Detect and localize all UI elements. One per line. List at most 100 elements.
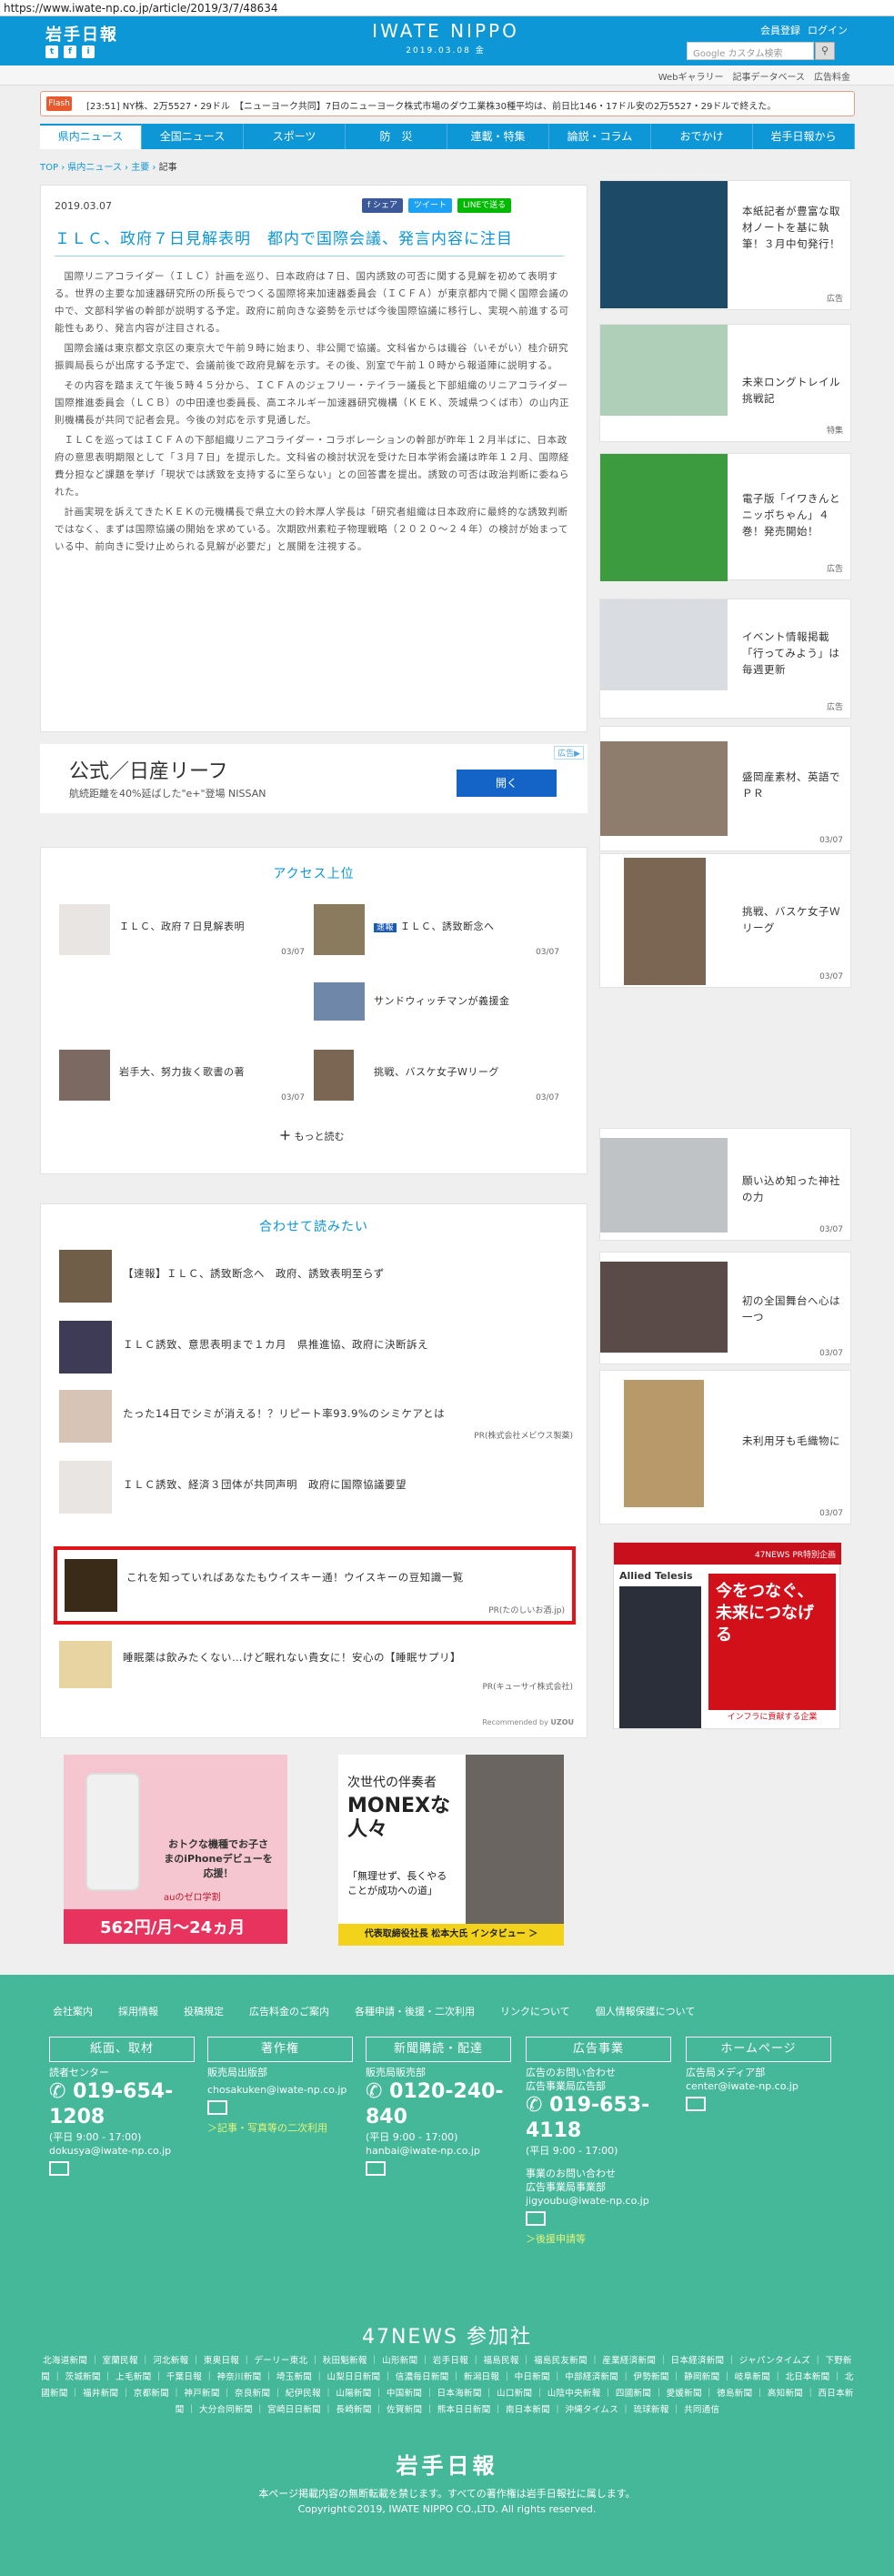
footer-email[interactable]: center@iwate-np.co.jp (686, 2079, 831, 2093)
ranking-thumbnail (59, 904, 110, 955)
main-logo[interactable]: IWATE NIPPO 2019.03.08 金 (364, 20, 527, 64)
instagram-icon[interactable]: i (82, 45, 95, 58)
side-item[interactable]: 初の全国舞台へ心は一つ 03/07 (599, 1252, 851, 1364)
side-item[interactable]: 未利用牙も毛織物に 03/07 (599, 1370, 851, 1524)
flash-text[interactable]: [23:51] NY株、2万5527・29ドル 【ニューヨーク共同】7日のニュー… (86, 98, 850, 112)
related-item[interactable]: 睡眠薬は飲みたくない…けど眠れない貴女に！安心の【睡眠サプリ】 PR(キューサイ… (59, 1637, 573, 1697)
facebook-share-button[interactable]: f シェア (362, 198, 404, 213)
side-thumbnail (600, 1138, 728, 1233)
footer-phone[interactable]: ✆ 019-654-1208 (49, 2079, 195, 2130)
ranking-section: アクセス上位 ＩＬＣ、政府７日見解表明 03/07 速報 ＩＬＣ、誘致断念へ 03… (40, 847, 588, 1174)
ad-choice-tag[interactable]: 広告▶ (554, 746, 584, 760)
related-item[interactable]: 【速報】ＩＬＣ、誘致断念へ 政府、誘致表明至らず (59, 1246, 573, 1306)
monex-ad-banner[interactable]: 次世代の伴奏者 MONEXな人々 「無理せず、長くやることが成功への道」 代表取… (338, 1755, 564, 1946)
mail-icon[interactable] (207, 2100, 227, 2115)
nav-local-news[interactable]: 県内ニュース (40, 124, 142, 149)
side-item[interactable]: イベント情報掲載「行ってみよう」は毎週更新 広告 (599, 599, 851, 719)
line-share-button[interactable]: LINEで送る (457, 198, 512, 213)
article-paragraph: 計画実現を訴えてきたＫＥＫの元機構長で県立大の鈴木厚人学長は「研究者組織は日本政… (55, 507, 569, 552)
footer-link[interactable]: 個人情報保護について (596, 2004, 696, 2018)
allied-telesis-ad[interactable]: 47NEWS PR特別企画 Allied Telesis 今をつなぐ、未来につな… (613, 1542, 841, 1729)
related-item[interactable]: ＩＬＣ誘致、意思表明まで１カ月 県推進協、政府に決断訴え (59, 1317, 573, 1377)
web-gallery-link[interactable]: Webギャラリー (658, 69, 724, 83)
breadcrumb-sub[interactable]: 主要 (131, 163, 149, 173)
related-thumbnail (59, 1461, 112, 1514)
login-link[interactable]: ログイン (808, 23, 848, 37)
footer-logo[interactable]: 岩手日報 (0, 2448, 894, 2480)
mail-icon[interactable] (366, 2161, 386, 2176)
footer-link[interactable]: 投稿規定 (184, 2004, 224, 2018)
side-item[interactable]: 未来ロングトレイル挑戦記 特集 (599, 324, 851, 442)
side-date: 03/07 (819, 1225, 843, 1234)
footer-phone[interactable]: ✆ 0120-240-840 (366, 2079, 511, 2130)
footer-link[interactable]: 広告料金のご案内 (249, 2004, 329, 2018)
mail-icon[interactable] (526, 2211, 546, 2226)
related-text: これを知っていればあなたもウイスキー通！ウイスキーの豆知識一覧 (126, 1571, 464, 1584)
breaking-badge: 速報 (374, 923, 397, 932)
search-button[interactable]: ⚲ (815, 42, 835, 60)
member-register-link[interactable]: 会員登録 (760, 23, 800, 37)
address-bar[interactable]: https://www.iwate-np.co.jp/article/2019/… (0, 0, 894, 16)
tweet-button[interactable]: ツイート (408, 198, 453, 213)
side-item[interactable]: 盛岡産素材、英語でＰＲ 03/07 (599, 726, 851, 851)
footer-col-head[interactable]: ホームページ (686, 2037, 831, 2062)
footer-email[interactable]: chosakuken@iwate-np.co.jp (207, 2083, 353, 2097)
footer-copyright: Copyright©2019, IWATE NIPPO CO.,LTD. All… (297, 2503, 597, 2515)
site-logo[interactable]: 岩手日報 (45, 22, 118, 45)
footer-phone[interactable]: ✆ 019-653-4118 (526, 2093, 671, 2144)
footer-col-head[interactable]: 著作権 (207, 2037, 353, 2062)
footer-col-head[interactable]: 新聞購読・配達 (366, 2037, 511, 2062)
footer-col-head[interactable]: 広告事業 (526, 2037, 671, 2062)
footer-email[interactable]: jigyoubu@iwate-np.co.jp (526, 2194, 671, 2208)
side-item[interactable]: 本紙記者が豊富な取材ノートを基に執筆！３月中旬発行！ 広告 (599, 180, 851, 310)
ranking-item[interactable]: ＩＬＣ、政府７日見解表明 03/07 (59, 904, 305, 959)
ad-rates-link[interactable]: 広告料金 (814, 69, 850, 83)
footer-link[interactable]: 会社案内 (53, 2004, 93, 2018)
footer-link[interactable]: 各種申請・後援・二次利用 (355, 2004, 475, 2018)
facebook-icon[interactable]: f (64, 45, 76, 58)
nissan-ad[interactable]: 公式／日産リーフ 航続距離を40%延ばした"e+"登場 NISSAN 開く 広告… (40, 744, 588, 813)
ranking-item[interactable]: 速報 ＩＬＣ、誘致断念へ 03/07 (314, 904, 559, 959)
mail-icon[interactable] (686, 2097, 706, 2111)
footer-col-head[interactable]: 紙面、取材 (49, 2037, 195, 2062)
recommended-by[interactable]: Recommended by UZOU (482, 1718, 574, 1726)
related-item-highlighted[interactable]: これを知っていればあなたもウイスキー通！ウイスキーの豆知識一覧 PR(たのしいお… (54, 1546, 576, 1625)
footer-secondary-link[interactable]: ＞記事・写真等の二次利用 (207, 2121, 353, 2135)
ad-open-button[interactable]: 開く (457, 770, 557, 797)
nav-from-iwate[interactable]: 岩手日報から (753, 124, 855, 149)
header-date: 2019.03.08 金 (406, 46, 486, 55)
mail-icon[interactable] (49, 2161, 69, 2176)
side-item[interactable]: 願い込め知った神社の力 03/07 (599, 1128, 851, 1241)
side-text: 電子版「イワきんとニッポちゃん」４巻！発売開始！ (742, 492, 840, 538)
footer-secondary-link[interactable]: ＞後援申請等 (526, 2232, 671, 2246)
related-item[interactable]: ＩＬＣ誘致、経済３団体が共同声明 政府に国際協議要望 (59, 1457, 573, 1517)
twitter-icon[interactable]: t (45, 45, 58, 58)
search-input[interactable]: Google カスタム検索 (687, 42, 814, 60)
footer-col-advertising: 広告事業 広告のお問い合わせ 広告事業局広告部 ✆ 019-653-4118 (… (526, 2037, 671, 2246)
nav-series[interactable]: 連載・特集 (447, 124, 549, 149)
nav-national-news[interactable]: 全国ニュース (142, 124, 244, 149)
nav-sports[interactable]: スポーツ (244, 124, 346, 149)
breadcrumb-top[interactable]: TOP (40, 163, 58, 173)
footer-email[interactable]: hanbai@iwate-np.co.jp (366, 2144, 511, 2158)
related-item[interactable]: たった14日でシミが消える！？リピート率93.9%のシミケアとは PR(株式会社… (59, 1386, 573, 1446)
ranking-date: 03/07 (281, 1093, 305, 1102)
footer-link[interactable]: リンクについて (500, 2004, 570, 2018)
ranking-item[interactable]: 岩手大、努力抜く歌書の著 03/07 (59, 1050, 305, 1104)
nav-disaster[interactable]: 防 災 (346, 124, 447, 149)
side-item[interactable]: 電子版「イワきんとニッポちゃん」４巻！発売開始！ 広告 (599, 453, 851, 581)
side-item[interactable]: 挑戦、バスケ女子Ｗリーグ 03/07 (599, 853, 851, 988)
flash-news[interactable]: Flash [23:51] NY株、2万5527・29ドル 【ニューヨーク共同】… (40, 91, 855, 116)
nav-outing[interactable]: おでかけ (651, 124, 753, 149)
au-ad-banner[interactable]: おトクな機種でお子さまのiPhoneデビューを応援！ auのゼロ学割 562円/… (64, 1755, 287, 1944)
ranking-item[interactable]: 挑戦、バスケ女子Wリーグ 03/07 (314, 1050, 559, 1104)
47news-member-list[interactable]: 北海道新聞 ｜ 室蘭民報 ｜ 河北新報 ｜ 東奥日報 ｜ デーリー東北 ｜ 秋田… (40, 2353, 855, 2419)
ranking-item[interactable]: サンドウィッチマンが義援金 (314, 982, 559, 1024)
footer-email[interactable]: dokusya@iwate-np.co.jp (49, 2144, 195, 2158)
article-db-link[interactable]: 記事データベース (733, 69, 806, 83)
footer-link[interactable]: 採用情報 (118, 2004, 158, 2018)
read-more-link[interactable]: ＋ もっと読む (279, 1126, 345, 1143)
footer-col-dept: 広告のお問い合わせ (526, 2067, 616, 2078)
nav-editorial[interactable]: 論説・コラム (549, 124, 651, 149)
breadcrumb-category[interactable]: 県内ニュース (67, 163, 122, 173)
